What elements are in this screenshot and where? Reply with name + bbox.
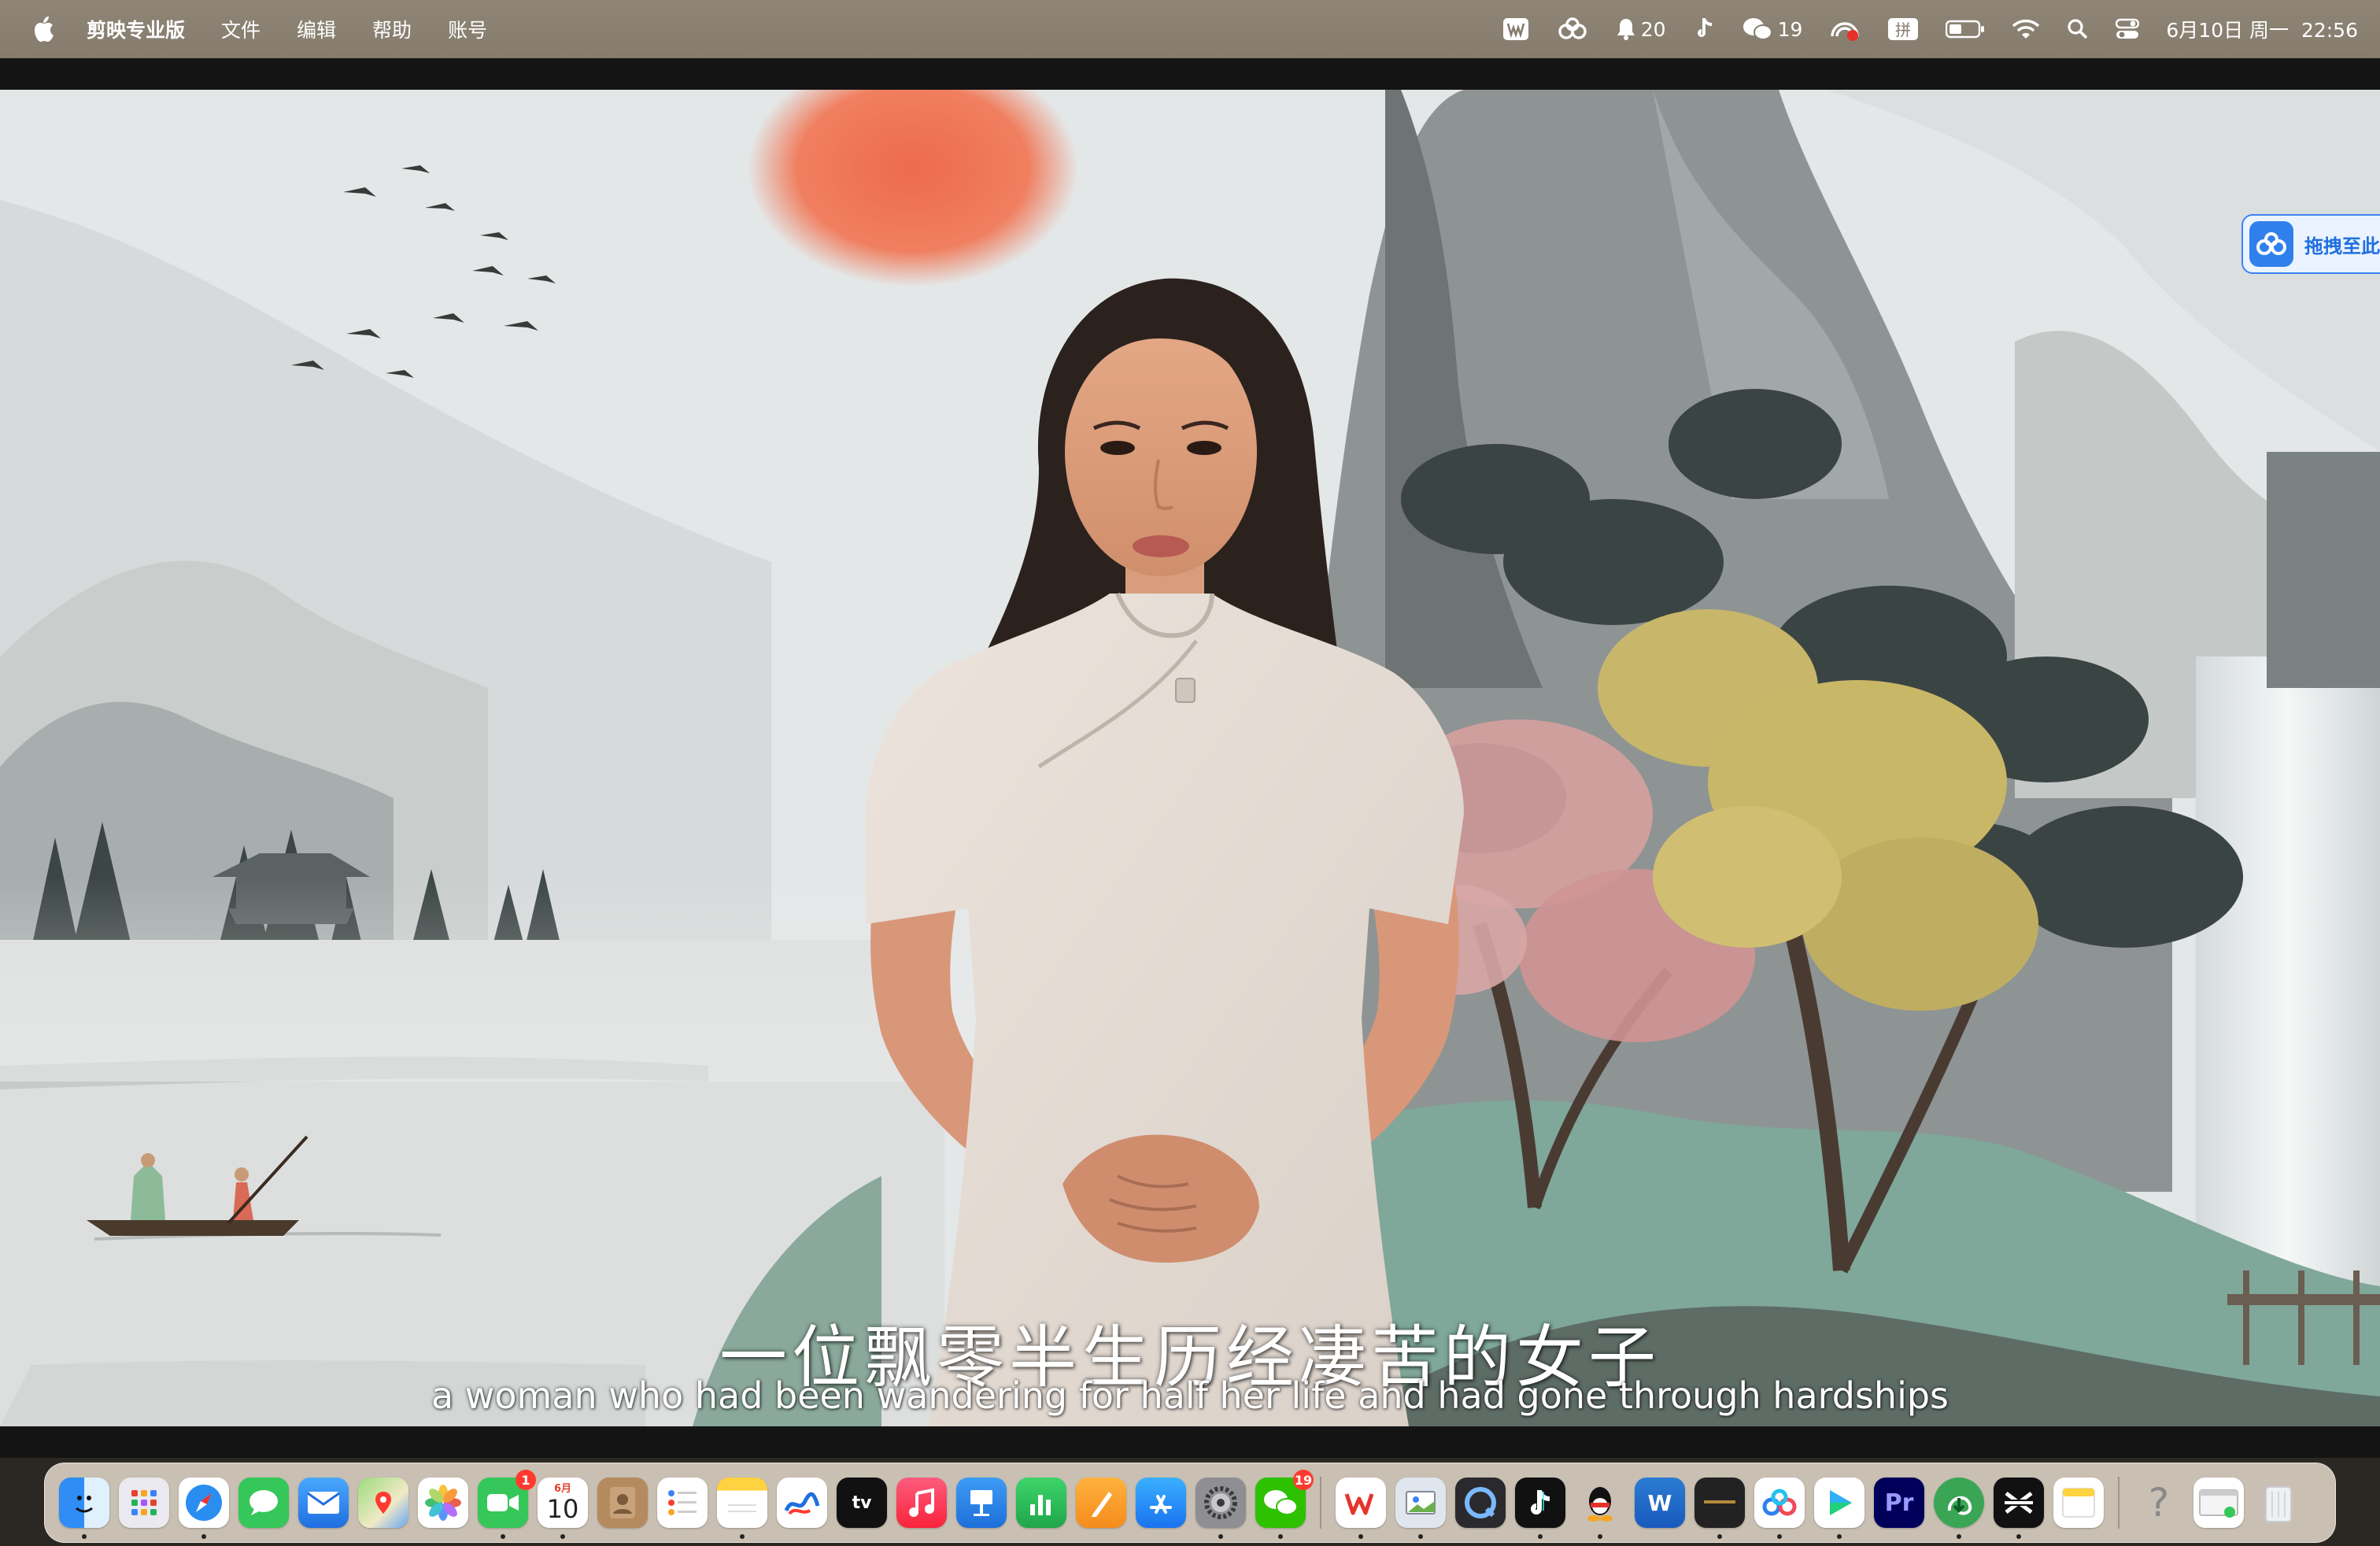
downloader-icon[interactable] <box>1934 1478 1984 1539</box>
facetime-icon[interactable]: 1 <box>478 1470 536 1539</box>
launchpad-icon[interactable] <box>119 1478 169 1528</box>
numbers-icon[interactable] <box>1016 1478 1066 1528</box>
input-method-glyph: 拼 <box>1895 20 1911 39</box>
wechat-badge: 19 <box>1293 1470 1314 1490</box>
douyin-status-icon[interactable] <box>1693 0 1715 58</box>
menu-file[interactable]: 文件 <box>221 15 261 43</box>
photos-icon[interactable] <box>418 1478 468 1528</box>
word-label: W <box>1647 1489 1672 1516</box>
app-name-menu[interactable]: 剪映专业版 <box>87 15 185 43</box>
drag-panel-label: 拖拽至此 <box>2304 235 2380 257</box>
help-glyph: ? <box>2148 1480 2170 1526</box>
menu-bar: 剪映专业版 文件 编辑 帮助 账号 20 19 拼 6月10日 周一 22:56 <box>0 0 2380 58</box>
qq-icon[interactable] <box>1575 1478 1625 1539</box>
baidu-netdisk-dock-icon[interactable] <box>1754 1478 1805 1539</box>
wifi-icon[interactable] <box>2012 0 2040 58</box>
window-bottom-strip <box>0 1426 2380 1458</box>
video-player[interactable]: 一位飘零半生历经凄苦的女子 a woman who had been wande… <box>0 90 2380 1426</box>
preview-icon[interactable] <box>1395 1478 1446 1539</box>
freeform-icon[interactable] <box>777 1478 827 1528</box>
notification-count: 20 <box>1640 17 1666 41</box>
adobe-premiere-icon[interactable]: Pr <box>1874 1478 1924 1528</box>
apple-tv-icon[interactable]: tv <box>837 1478 887 1528</box>
wps-status-icon[interactable] <box>1502 0 1529 58</box>
video-frame <box>0 90 2380 1426</box>
app-store-icon[interactable] <box>1136 1478 1186 1528</box>
quicktime-icon[interactable] <box>1455 1478 1506 1528</box>
premiere-label: Pr <box>1884 1489 1914 1517</box>
maps-icon[interactable] <box>358 1478 408 1528</box>
menu-edit[interactable]: 编辑 <box>297 15 336 43</box>
system-settings-icon[interactable] <box>1196 1478 1246 1539</box>
spotlight-search-icon[interactable] <box>2067 0 2089 58</box>
dock: 1 6月 10 tv 19 W Pr ? <box>44 1463 2336 1543</box>
pages-icon[interactable] <box>1076 1478 1126 1528</box>
baidu-netdisk-status-icon[interactable] <box>1556 0 1589 58</box>
messages-icon[interactable] <box>238 1478 289 1528</box>
finder-icon[interactable] <box>59 1478 109 1539</box>
notes-widget-icon[interactable] <box>2053 1478 2104 1528</box>
battery-icon[interactable] <box>1946 0 1985 58</box>
capcut-icon[interactable] <box>1994 1478 2044 1539</box>
baidu-netdisk-icon <box>2249 221 2293 267</box>
keynote-icon[interactable] <box>956 1478 1007 1528</box>
apple-tv-label: tv <box>852 1492 872 1513</box>
window-top-strip <box>0 58 2380 90</box>
music-icon[interactable] <box>896 1478 947 1528</box>
mail-icon[interactable] <box>298 1478 349 1528</box>
microsoft-word-icon[interactable]: W <box>1635 1478 1685 1528</box>
wechat-status-icon[interactable]: 19 <box>1742 0 1803 58</box>
trash-icon[interactable] <box>2253 1478 2304 1528</box>
minimized-window-icon[interactable] <box>2193 1478 2244 1528</box>
apple-menu-icon[interactable] <box>30 13 60 46</box>
input-method-icon[interactable]: 拼 <box>1887 0 1919 58</box>
infuse-player-icon[interactable] <box>1814 1478 1864 1539</box>
menu-account[interactable]: 账号 <box>448 15 487 43</box>
drag-to-netdisk-panel[interactable]: 拖拽至此 <box>2241 214 2380 274</box>
dock-separator <box>2118 1477 2119 1529</box>
calendar-month: 6月 <box>553 1483 572 1495</box>
menubar-clock[interactable]: 6月10日 周一 22:56 <box>2166 0 2358 58</box>
control-center-icon[interactable] <box>2116 0 2140 58</box>
reminders-icon[interactable] <box>657 1478 708 1528</box>
safari-icon[interactable] <box>179 1478 229 1539</box>
terminal-icon[interactable] <box>1694 1478 1745 1539</box>
calendar-day: 10 <box>546 1494 579 1524</box>
contacts-icon[interactable] <box>597 1478 648 1528</box>
screen-record-status-icon[interactable] <box>1829 0 1861 58</box>
menu-help[interactable]: 帮助 <box>372 15 412 43</box>
subtitle-english: a woman who had been wandering for half … <box>431 1374 1949 1417</box>
notes-icon[interactable] <box>717 1478 767 1539</box>
notification-bell-icon[interactable]: 20 <box>1616 0 1666 58</box>
facetime-badge: 1 <box>516 1470 536 1490</box>
dock-separator <box>1320 1477 1321 1529</box>
wechat-icon[interactable]: 19 <box>1255 1470 1314 1539</box>
wps-office-icon[interactable] <box>1336 1478 1386 1539</box>
waterfall <box>2196 656 2380 1333</box>
wechat-count: 19 <box>1777 17 1803 41</box>
status-area: 20 19 拼 6月10日 周一 22:56 <box>1476 0 2358 58</box>
tiktok-icon[interactable] <box>1515 1478 1565 1539</box>
calendar-icon[interactable]: 6月 10 <box>538 1478 588 1539</box>
help-icon[interactable]: ? <box>2134 1478 2184 1528</box>
